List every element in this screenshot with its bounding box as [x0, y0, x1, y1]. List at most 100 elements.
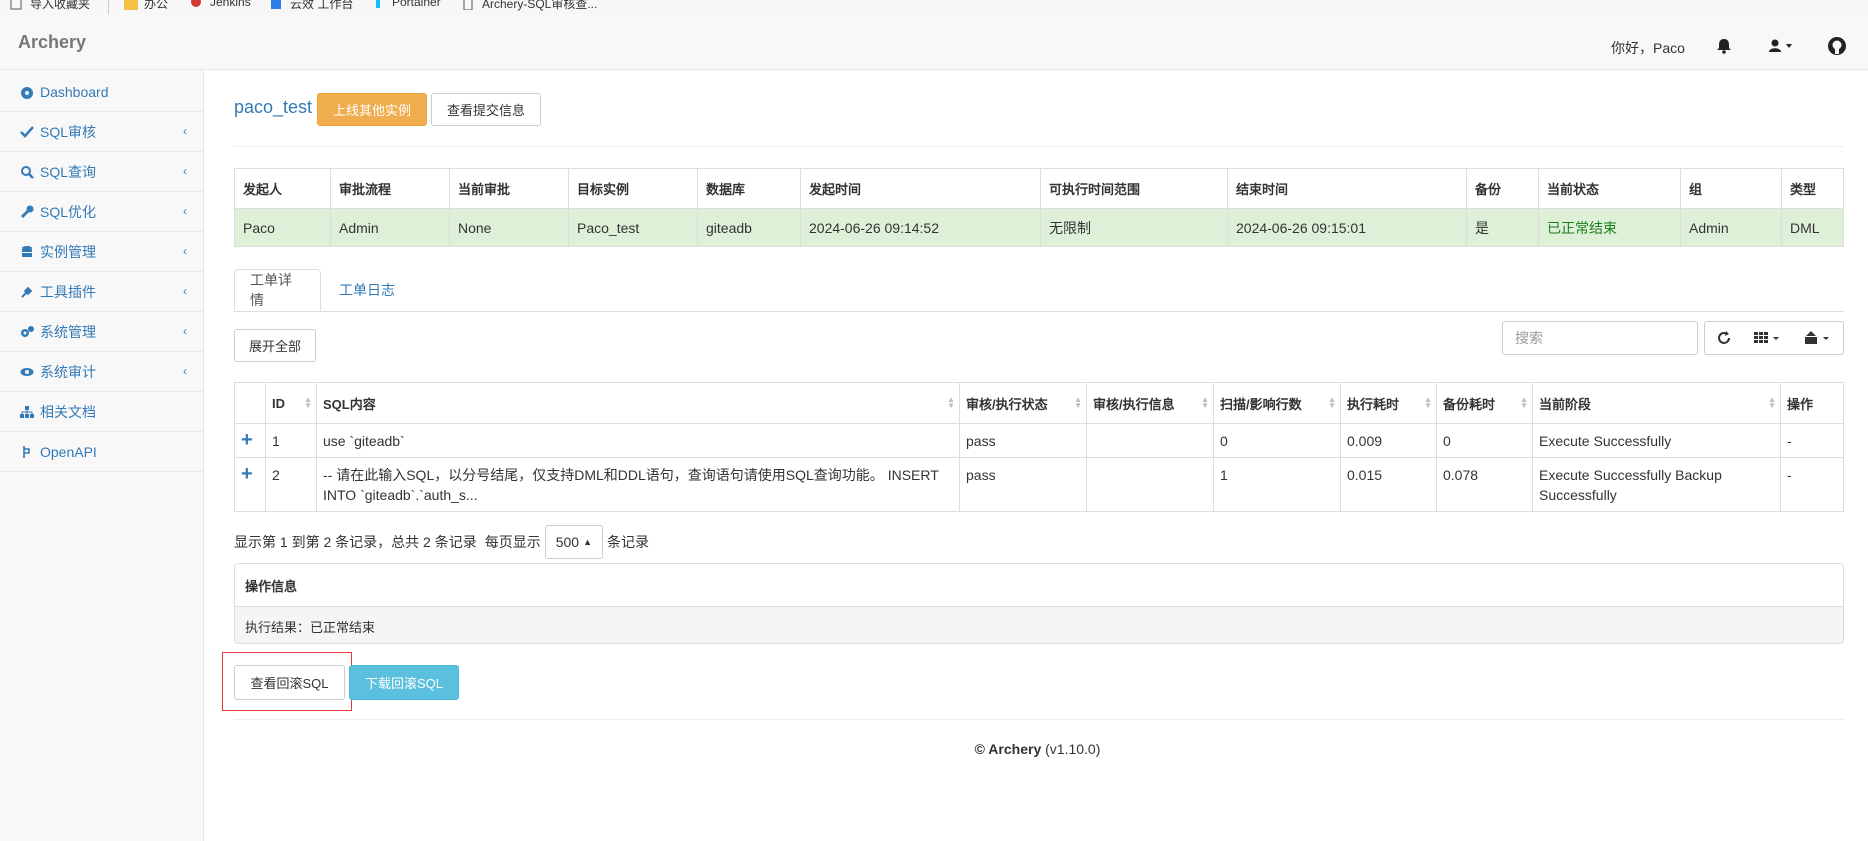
cell-current-approver: None	[449, 208, 569, 247]
sidebar-item-dashboard[interactable]: Dashboard	[0, 72, 203, 112]
sort-icon: ▲ ▼	[1074, 395, 1082, 410]
column-header-backup-time[interactable]: 备份耗时 ▲ ▼	[1436, 382, 1533, 424]
page-size-value: 500	[555, 534, 580, 550]
expand-all-button[interactable]: 展开全部	[234, 329, 316, 362]
view-rollback-sql-button[interactable]: 查看回滚SQL	[234, 665, 345, 700]
cell-sql: use `giteadb`	[316, 423, 960, 458]
sidebar-item-openapi[interactable]: OpenAPI	[0, 432, 203, 472]
cell-backup: 是	[1466, 208, 1539, 247]
chevron-left-icon: ‹	[183, 284, 187, 298]
table-row: + 1 use `giteadb` pass 0 0.009 0 Execute…	[234, 423, 1844, 458]
sort-icon: ▲ ▼	[1424, 395, 1432, 410]
sidebar-item-sql-optimize[interactable]: SQL优化 ‹	[0, 192, 203, 232]
sidebar-item-sql-review[interactable]: SQL审核 ‹	[0, 112, 203, 152]
expand-column-header	[234, 382, 266, 424]
bookmarks-bar: 导入收藏夹 办公 Jenkins 云效 工作台 Portainer Archer…	[0, 0, 1868, 14]
cell-info	[1086, 423, 1214, 458]
column-header: 发起人	[234, 168, 331, 209]
bookmark-portainer[interactable]: Portainer	[372, 0, 441, 9]
brand-logo[interactable]: Archery	[18, 32, 86, 53]
expand-row-button[interactable]: +	[234, 457, 266, 512]
caret-up-icon: ▲	[583, 537, 592, 547]
user-menu-dropdown[interactable]	[1768, 36, 1798, 56]
cell-operation: -	[1780, 457, 1844, 512]
pagination-info: 显示第 1 到第 2 条记录，总共 2 条记录 每页显示 500 ▲ 条记录	[234, 525, 649, 559]
column-header: 数据库	[697, 168, 801, 209]
sidebar-item-tool-plugins[interactable]: 工具插件 ‹	[0, 272, 203, 312]
sidebar-item-sql-query[interactable]: SQL查询 ‹	[0, 152, 203, 192]
cell-exec-time: 0.015	[1340, 457, 1437, 512]
github-icon[interactable]	[1827, 36, 1847, 56]
dashboard-icon	[20, 85, 34, 99]
export-button[interactable]	[1793, 321, 1844, 355]
bell-icon[interactable]	[1714, 36, 1734, 56]
column-header-stage[interactable]: 当前阶段 ▲ ▼	[1532, 382, 1781, 424]
wrench-icon	[20, 205, 34, 219]
cell-start-time: 2024-06-26 09:14:52	[800, 208, 1041, 247]
import-icon	[10, 0, 22, 10]
online-other-instance-button[interactable]: 上线其他实例	[317, 93, 427, 126]
column-header-id[interactable]: ID ▲ ▼	[265, 382, 317, 424]
bookmark-office[interactable]: 办公	[124, 0, 168, 12]
cell-group: Admin	[1680, 208, 1782, 247]
tab-workorder-detail[interactable]: 工单详情	[234, 269, 321, 311]
sidebar-item-instance-management[interactable]: 实例管理 ‹	[0, 232, 203, 272]
chevron-left-icon: ‹	[183, 244, 187, 258]
view-submit-info-button[interactable]: 查看提交信息	[431, 93, 541, 126]
jenkins-icon	[190, 0, 202, 8]
execution-result: 执行结果：已正常结束	[235, 607, 1843, 643]
sort-icon: ▲ ▼	[304, 395, 312, 410]
table-header-row: 发起人 审批流程 当前审批 目标实例 数据库 发起时间 可执行时间范围 结束时间…	[234, 168, 1844, 209]
cloud-icon	[270, 0, 282, 10]
cell-rows: 1	[1213, 457, 1341, 512]
column-header-info[interactable]: 审核/执行信息 ▲ ▼	[1086, 382, 1214, 424]
search-input[interactable]	[1502, 321, 1698, 355]
column-header: 组	[1680, 168, 1782, 209]
column-header-exec-time[interactable]: 执行耗时 ▲ ▼	[1340, 382, 1437, 424]
bookmark-divider	[108, 0, 109, 14]
column-header-rows[interactable]: 扫描/影响行数 ▲ ▼	[1213, 382, 1341, 424]
column-header-sql[interactable]: SQL内容 ▲ ▼	[316, 382, 960, 424]
cell-approval-flow: Admin	[330, 208, 450, 247]
column-header: 当前状态	[1538, 168, 1681, 209]
bookmark-yunxiao[interactable]: 云效 工作台	[270, 0, 353, 12]
pagination-summary: 显示第 1 到第 2 条记录，总共 2 条记录	[234, 534, 477, 550]
download-rollback-sql-button[interactable]: 下载回滚SQL	[349, 665, 459, 700]
cell-id: 2	[265, 457, 317, 512]
column-header: 可执行时间范围	[1040, 168, 1228, 209]
user-icon	[1769, 39, 1792, 52]
footer-version: (v1.10.0)	[1045, 741, 1101, 757]
operation-info-panel: 操作信息 执行结果：已正常结束	[234, 563, 1844, 644]
cell-backup-time: 0.078	[1436, 457, 1533, 512]
column-header-status[interactable]: 审核/执行状态 ▲ ▼	[959, 382, 1087, 424]
chevron-left-icon: ‹	[183, 164, 187, 178]
per-page-label: 每页显示	[484, 534, 541, 550]
tab-workorder-log[interactable]: 工单日志	[324, 269, 410, 311]
bookmark-jenkins[interactable]: Jenkins	[190, 0, 251, 9]
sidebar-item-docs[interactable]: 相关文档	[0, 392, 203, 432]
cell-backup-time: 0	[1436, 423, 1533, 458]
bookmark-import[interactable]: 导入收藏夹	[10, 0, 90, 12]
cell-database: giteadb	[697, 208, 801, 247]
detail-tabs: 工单详情 工单日志	[234, 269, 1844, 312]
user-greeting: 你好，Paco	[1611, 40, 1685, 56]
cell-type: DML	[1781, 208, 1844, 247]
api-icon	[20, 445, 34, 459]
page-title[interactable]: paco_test	[234, 97, 312, 118]
columns-toggle-button[interactable]	[1743, 321, 1794, 355]
columns-icon	[1754, 332, 1779, 343]
sidebar-item-system-management[interactable]: 系统管理 ‹	[0, 312, 203, 352]
cell-stage: Execute Successfully	[1532, 423, 1781, 458]
column-header: 类型	[1781, 168, 1844, 209]
bookmark-archery[interactable]: Archery-SQL审核查...	[462, 0, 597, 12]
sidebar-item-system-audit[interactable]: 系统审计 ‹	[0, 352, 203, 392]
expand-row-button[interactable]: +	[234, 423, 266, 458]
sidebar: Dashboard SQL审核 ‹ SQL查询 ‹ SQL优化 ‹ 实例管理 ‹…	[0, 70, 204, 841]
page-size-dropdown[interactable]: 500 ▲	[544, 525, 603, 559]
divider	[234, 719, 1844, 720]
check-icon	[20, 125, 34, 139]
column-header: 目标实例	[568, 168, 698, 209]
refresh-button[interactable]	[1704, 321, 1744, 355]
cogs-icon	[20, 325, 34, 339]
footer: © Archery (v1.10.0)	[0, 741, 1868, 757]
